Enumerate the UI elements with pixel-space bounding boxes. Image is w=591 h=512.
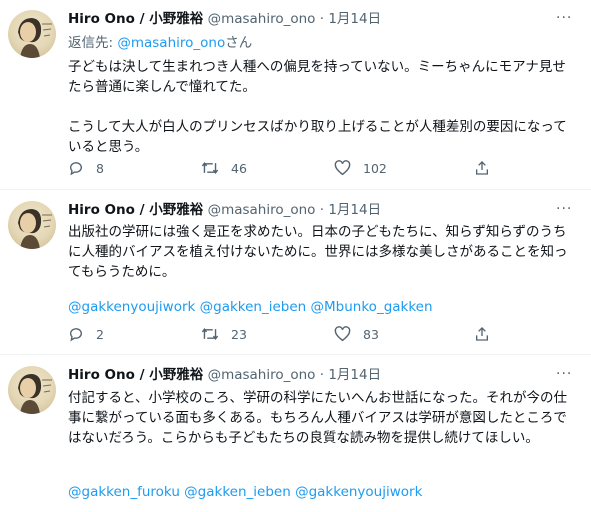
reply-suffix: さん (225, 35, 253, 51)
tweet-paragraph: こうして大人が白人のプリンセスばかり取り上げることが人種差別の要因になっていると… (68, 119, 567, 155)
author-handle[interactable]: @masahiro_ono (208, 11, 316, 27)
author-name[interactable]: Hiro Ono / 小野雅裕 (68, 367, 203, 383)
tweet-mentions[interactable]: @gakken_furoku @gakken_ieben @gakkenyouj… (68, 482, 422, 502)
share-icon (476, 161, 488, 175)
more-options-icon[interactable]: ··· (556, 366, 572, 382)
tweet-date[interactable]: 1月14日 (328, 367, 381, 383)
reply-handle-link[interactable]: @masahiro_ono (117, 35, 225, 51)
tweet-header: Hiro Ono / 小野雅裕 @masahiro_ono · 1月14日 (68, 366, 381, 384)
tweet-text: 出版社の学研には強く是正を求めたい。日本の子どもたちに、知らず知らずのうちに人種… (68, 222, 573, 282)
reply-count: 2 (96, 326, 104, 342)
reply-context: 返信先: @masahiro_onoさん (68, 34, 252, 52)
like-count: 102 (363, 160, 387, 176)
tweet-text: 子どもは決して生まれつき人種への偏見を持っていない。ミーちゃんにモアナ見せたら普… (68, 57, 573, 157)
retweet-count: 23 (231, 326, 247, 342)
avatar[interactable] (8, 366, 56, 414)
share-button[interactable] (474, 326, 490, 342)
reply-count: 8 (96, 160, 104, 176)
action-bar: 2 23 83 (68, 326, 548, 346)
retweet-count: 46 (231, 160, 247, 176)
reply-icon (70, 328, 82, 342)
avatar[interactable] (8, 201, 56, 249)
avatar-portrait-icon (18, 18, 52, 58)
retweet-icon (201, 328, 219, 340)
separator-dot: · (319, 202, 325, 218)
tweet-paragraph: 付記すると、小学校のころ、学研の科学にたいへんお世話になった。それが今の仕事に繋… (68, 390, 567, 446)
author-handle[interactable]: @masahiro_ono (208, 367, 316, 383)
tweet-paragraph: 出版社の学研には強く是正を求めたい。日本の子どもたちに、知らず知らずのうちに人種… (68, 224, 568, 280)
like-button[interactable]: 83 (334, 326, 379, 342)
reply-icon (70, 162, 82, 176)
separator-dot: · (319, 367, 325, 383)
like-count: 83 (363, 326, 379, 342)
avatar[interactable] (8, 10, 56, 58)
retweet-button[interactable]: 46 (201, 160, 247, 176)
tweet-text: 付記すると、小学校のころ、学研の科学にたいへんお世話になった。それが今の仕事に繋… (68, 388, 573, 448)
retweet-icon (201, 162, 219, 174)
heart-icon (334, 160, 351, 176)
avatar-portrait-icon (18, 374, 52, 414)
tweet-date[interactable]: 1月14日 (328, 11, 381, 27)
separator-dot: · (319, 11, 325, 27)
reply-prefix: 返信先: (68, 35, 118, 51)
author-name[interactable]: Hiro Ono / 小野雅裕 (68, 202, 203, 218)
tweet-date[interactable]: 1月14日 (328, 202, 381, 218)
author-handle[interactable]: @masahiro_ono (208, 202, 316, 218)
like-button[interactable]: 102 (334, 160, 387, 176)
reply-button[interactable]: 2 (68, 326, 104, 342)
avatar-portrait-icon (18, 209, 52, 249)
author-name[interactable]: Hiro Ono / 小野雅裕 (68, 11, 203, 27)
heart-icon (334, 326, 351, 342)
tweet-mentions[interactable]: @gakkenyoujiwork @gakken_ieben @Mbunko_g… (68, 297, 433, 317)
more-options-icon[interactable]: ··· (556, 201, 572, 217)
share-button[interactable] (474, 160, 490, 176)
divider (0, 189, 591, 190)
action-bar: 8 46 102 (68, 160, 548, 180)
retweet-button[interactable]: 23 (201, 326, 247, 342)
share-icon (476, 327, 488, 341)
divider (0, 354, 591, 355)
more-options-icon[interactable]: ··· (556, 10, 572, 26)
tweet-paragraph: 子どもは決して生まれつき人種への偏見を持っていない。ミーちゃんにモアナ見せたら普… (68, 59, 566, 95)
tweet-header: Hiro Ono / 小野雅裕 @masahiro_ono · 1月14日 (68, 10, 381, 28)
tweet-header: Hiro Ono / 小野雅裕 @masahiro_ono · 1月14日 (68, 201, 381, 219)
reply-button[interactable]: 8 (68, 160, 104, 176)
